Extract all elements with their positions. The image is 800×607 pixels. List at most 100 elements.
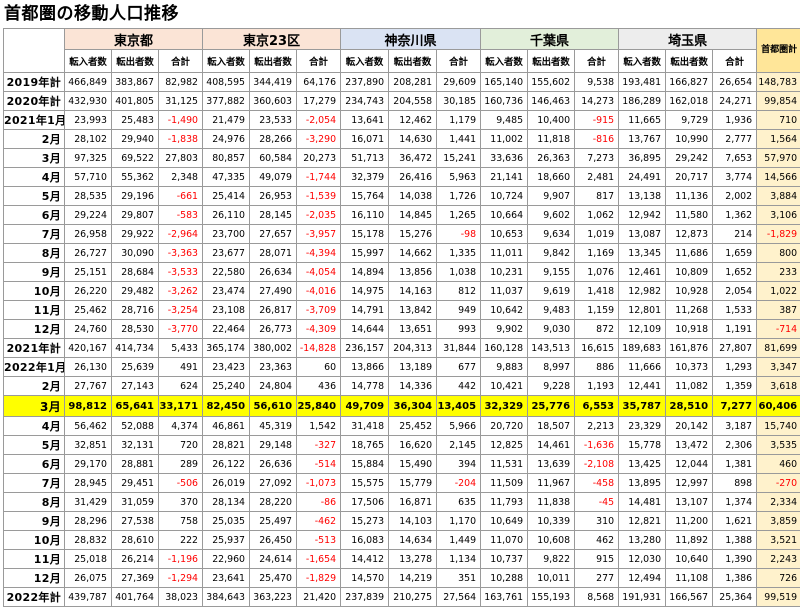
row-label: 12月 (4, 569, 65, 588)
value-cell: -513 (297, 531, 341, 550)
capital-total-cell: 57,970 (757, 149, 800, 168)
value-cell: 14,662 (389, 244, 437, 263)
value-cell: 13,842 (389, 301, 437, 320)
value-cell: 420,167 (65, 339, 112, 358)
value-cell: 35,787 (619, 396, 666, 417)
value-cell: 26,363 (528, 149, 575, 168)
value-cell: 15,779 (389, 474, 437, 493)
value-cell: 14,412 (341, 550, 389, 569)
value-cell: -514 (297, 455, 341, 474)
value-cell: 9,155 (528, 263, 575, 282)
value-cell: 9,483 (528, 301, 575, 320)
row-label: 2022年1月 (4, 358, 65, 377)
value-cell: 408,595 (203, 73, 250, 92)
value-cell: 24,976 (203, 130, 250, 149)
value-cell: 10,642 (481, 301, 528, 320)
value-cell: 16,615 (575, 339, 619, 358)
value-cell: -1,196 (159, 550, 203, 569)
value-cell: 98,812 (65, 396, 112, 417)
value-cell: 11,838 (528, 493, 575, 512)
value-cell: 36,472 (389, 149, 437, 168)
value-cell: 22,960 (203, 550, 250, 569)
value-cell: 26,110 (203, 206, 250, 225)
value-cell: 29,148 (250, 436, 297, 455)
value-cell: 13,138 (619, 187, 666, 206)
value-cell: 23,423 (203, 358, 250, 377)
value-cell: -1,654 (297, 550, 341, 569)
row-label: 2021年計 (4, 339, 65, 358)
row-label: 4月 (4, 417, 65, 436)
value-cell: 16,871 (389, 493, 437, 512)
value-cell: 993 (437, 320, 481, 339)
value-cell: 155,602 (528, 73, 575, 92)
value-cell: -1,829 (297, 569, 341, 588)
value-cell: -3,770 (159, 320, 203, 339)
value-cell: 23,700 (203, 225, 250, 244)
value-cell: 27,767 (65, 377, 112, 396)
value-cell: 1,359 (713, 377, 757, 396)
value-cell: 25,364 (713, 588, 757, 607)
value-cell: 26,953 (250, 187, 297, 206)
value-cell: 14,778 (341, 377, 389, 396)
capital-total-cell: 1,564 (757, 130, 800, 149)
column-header: 転入者数 (65, 50, 112, 73)
value-cell: 2,481 (575, 168, 619, 187)
value-cell: 161,876 (666, 339, 713, 358)
value-cell: 10,928 (666, 282, 713, 301)
value-cell: 15,764 (341, 187, 389, 206)
value-cell: 208,281 (389, 73, 437, 92)
table-row: 9月25,15128,684-3,53322,58026,634-4,05414… (4, 263, 800, 282)
value-cell: 1,169 (575, 244, 619, 263)
column-header: 合計 (437, 50, 481, 73)
value-cell: 13,641 (341, 111, 389, 130)
value-cell: 624 (159, 377, 203, 396)
value-cell: 10,640 (666, 550, 713, 569)
value-cell: 13,472 (666, 436, 713, 455)
value-cell: 13,651 (389, 320, 437, 339)
value-cell: 15,276 (389, 225, 437, 244)
value-cell: 10,653 (481, 225, 528, 244)
value-cell: 166,567 (666, 588, 713, 607)
value-cell: 46,861 (203, 417, 250, 436)
value-cell: 28,881 (112, 455, 159, 474)
value-cell: 24,614 (250, 550, 297, 569)
value-cell: -3,363 (159, 244, 203, 263)
value-cell: -1,490 (159, 111, 203, 130)
value-cell: 14,481 (619, 493, 666, 512)
value-cell: 27,807 (713, 339, 757, 358)
value-cell: 1,533 (713, 301, 757, 320)
value-cell: 82,982 (159, 73, 203, 92)
row-label: 10月 (4, 282, 65, 301)
value-cell: 14,845 (389, 206, 437, 225)
value-cell: 370 (159, 493, 203, 512)
value-cell: 26,019 (203, 474, 250, 493)
value-cell: 26,416 (389, 168, 437, 187)
value-cell: -14,828 (297, 339, 341, 358)
column-header: 合計 (159, 50, 203, 73)
value-cell: 25,497 (250, 512, 297, 531)
value-cell: -816 (575, 130, 619, 149)
table-row: 2021年計420,167414,7345,433365,174380,002-… (4, 339, 800, 358)
value-cell: -2,054 (297, 111, 341, 130)
value-cell: 29,451 (112, 474, 159, 493)
value-cell: 25,639 (112, 358, 159, 377)
value-cell: 401,805 (112, 92, 159, 111)
value-cell: 27,092 (250, 474, 297, 493)
value-cell: -4,016 (297, 282, 341, 301)
value-cell: 97,325 (65, 149, 112, 168)
row-label: 2019年計 (4, 73, 65, 92)
value-cell: 236,157 (341, 339, 389, 358)
column-header: 転入者数 (341, 50, 389, 73)
value-cell: -1,636 (575, 436, 619, 455)
value-cell: 28,220 (250, 493, 297, 512)
value-cell: 310 (575, 512, 619, 531)
column-header: 合計 (575, 50, 619, 73)
value-cell: -2,964 (159, 225, 203, 244)
value-cell: 351 (437, 569, 481, 588)
value-cell: 23,993 (65, 111, 112, 130)
value-cell: 25,151 (65, 263, 112, 282)
value-cell: 12,109 (619, 320, 666, 339)
value-cell: 11,082 (666, 377, 713, 396)
value-cell: 31,429 (65, 493, 112, 512)
value-cell: 12,801 (619, 301, 666, 320)
